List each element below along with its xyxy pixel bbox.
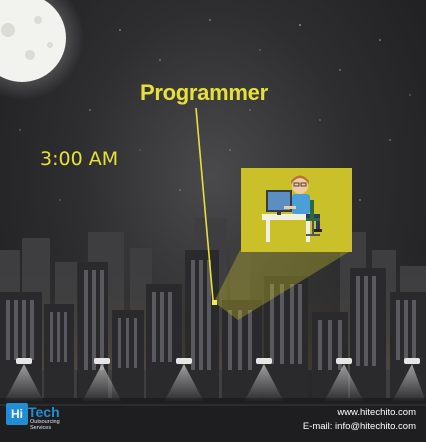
email-link[interactable]: E-mail: info@hitechito.com [303, 421, 416, 432]
logo-mark: Hi [6, 403, 28, 425]
company-logo: Hi Tech Outsourcing Services [6, 403, 70, 437]
website-link[interactable]: www.hitechito.com [337, 407, 416, 418]
night-city-scene: Programmer 3:00 AM Hi Tech Outsourcing S… [0, 0, 426, 442]
city-illustration [0, 0, 426, 442]
time-label: 3:00 AM [40, 148, 119, 170]
programmer-at-desk-icon [241, 168, 352, 252]
logo-word: Tech [28, 404, 60, 420]
programmer-label: Programmer [140, 80, 268, 105]
moon-icon [0, 0, 84, 100]
logo-tagline: Outsourcing Services [30, 419, 60, 431]
lit-window [212, 300, 217, 305]
